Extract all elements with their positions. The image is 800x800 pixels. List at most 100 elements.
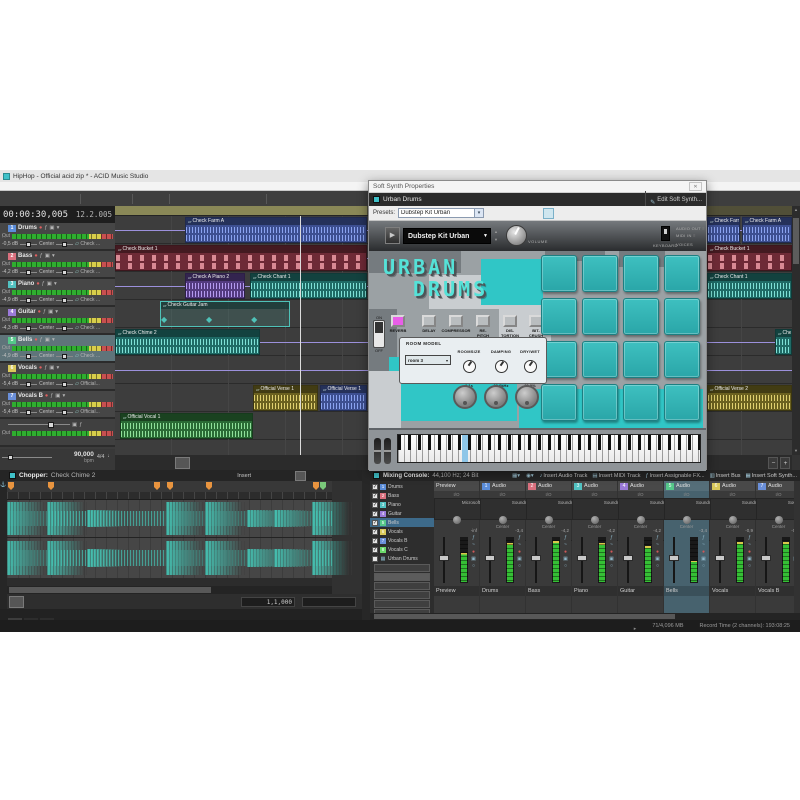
visibility-checkbox[interactable] [372,529,378,535]
volume-slider[interactable] [20,382,37,387]
track-name[interactable]: Drums [18,225,37,231]
volume-db-value[interactable]: -5,4 dB [2,381,18,387]
pan-knob[interactable] [499,516,507,524]
fader-thumb[interactable] [439,555,449,561]
chopper-go-to-end-button[interactable] [63,596,78,608]
track-fx-icon[interactable] [50,392,53,400]
io-section-label[interactable]: I/O [664,491,709,498]
fx-button-led[interactable] [476,315,490,327]
drag-handle-icon[interactable] [2,281,6,288]
undo-icon[interactable] [137,193,150,205]
volume-fader[interactable] [715,537,725,583]
clip-name-label[interactable]: Check ... [75,353,100,359]
channel-fx-icon[interactable] [610,536,613,541]
track-fx-icon[interactable] [43,308,46,316]
mixer-channel-strip[interactable]: 4 Audio I/O Soundmapper Master Center -4… [618,481,663,613]
redo-icon[interactable] [152,193,165,205]
volume-db-value[interactable]: -4,3 dB [2,325,18,331]
channel-envelope-icon[interactable] [656,543,659,548]
track-name[interactable]: Bells [18,337,32,343]
copy-icon[interactable] [100,193,113,205]
double-selection-icon[interactable] [334,471,345,481]
track-more-icon[interactable] [52,336,55,344]
audio-clip[interactable]: Check Farm A [707,217,740,243]
track-header[interactable]: 7 Vocals B Out -5,4 dB [0,391,115,419]
visibility-checkbox[interactable] [372,502,378,508]
filter-button[interactable] [374,591,430,599]
channel-solo-icon[interactable] [472,564,475,569]
loop-playback-button[interactable] [139,457,154,469]
mixer-track-row[interactable]: 5 Bells [370,518,434,527]
slider-thumb[interactable] [26,354,31,359]
track-name[interactable]: Bass [18,253,32,259]
audio-clip[interactable]: Check Chant 1 [250,273,367,299]
channel-header[interactable]: 4 Audio [618,481,663,491]
chopper-scrollbar[interactable] [7,586,332,594]
visibility-checkbox[interactable] [372,538,378,544]
master-fx-knob[interactable] [515,385,539,409]
drum-pad[interactable] [623,255,659,292]
volume-db-value[interactable]: -4,9 dB [2,353,18,359]
paint-tool-icon[interactable] [204,193,217,205]
channel-solo-icon[interactable] [656,564,659,569]
scrollbar-thumb[interactable] [793,218,799,264]
fader-thumb[interactable] [761,555,771,561]
visibility-checkbox[interactable] [372,556,378,562]
reverb-button[interactable]: REVERB [391,315,406,327]
audio-clip[interactable]: Check Farm A [742,217,792,243]
pause-button[interactable] [193,457,208,469]
distortion-button[interactable]: DIS- TORTION [503,315,518,327]
keyboard-toggle[interactable] [661,226,670,241]
drum-pad[interactable] [582,384,618,421]
channel-name-label[interactable]: Preview [434,586,479,596]
pan-knob[interactable] [729,516,737,524]
track-name[interactable]: Vocals [18,365,37,371]
open-preset-icon[interactable] [487,208,498,219]
pan-slider[interactable] [56,354,73,359]
track-more-icon[interactable] [63,392,66,400]
clip-name-label[interactable]: Check ... [75,241,100,247]
channel-record-arm-icon[interactable] [656,550,659,555]
mixer-track-row[interactable]: 3 Piano [370,500,434,509]
render-preset-icon[interactable] [529,208,540,219]
slider-thumb[interactable] [62,270,67,275]
volume-fader[interactable] [531,537,541,583]
channel-name-label[interactable]: Bass [526,586,571,596]
drum-pad[interactable] [664,298,700,335]
record-arm-icon[interactable] [34,252,37,260]
delete-preset-icon[interactable] [515,208,526,219]
track-fx-icon[interactable] [40,252,43,260]
pan-slider[interactable] [56,410,73,415]
channel-solo-icon[interactable] [702,564,705,569]
channel-mute-icon[interactable] [471,557,476,562]
stop-button[interactable] [211,457,226,469]
fx-button-led[interactable] [391,315,405,327]
save-project-icon[interactable] [33,193,46,205]
step-up-icon[interactable]: ▲ [493,230,499,234]
mixer-track-row[interactable]: 4 Guitar [370,509,434,518]
mixer-track-row[interactable]: Urban Drums [370,554,434,563]
channel-envelope-icon[interactable] [610,543,613,548]
audio-clip[interactable]: Check Chime 2 [115,329,260,355]
go-to-end-button[interactable] [247,457,262,469]
slider-thumb[interactable] [62,410,67,415]
slider-thumb[interactable] [26,298,31,303]
filter-button[interactable] [374,600,430,608]
clip-name-label[interactable]: Check ... [75,269,100,275]
event-tool-button[interactable] [283,457,298,469]
open-project-icon[interactable] [18,193,31,205]
channel-mute-icon[interactable] [517,557,522,562]
record-button[interactable] [121,457,136,469]
channel-header[interactable]: 6 Audio [710,481,755,491]
mute-icon[interactable] [49,224,54,232]
track-header[interactable]: 5 Bells Out -4,9 dB [0,335,115,363]
chopper-waveform[interactable] [7,500,332,578]
master-mute-icon[interactable] [72,421,77,429]
channel-header[interactable]: 2 Audio [526,481,571,491]
power-switch[interactable]: ON OFF [372,315,386,353]
mixer-track-row[interactable]: 6 Vocals [370,527,434,536]
fx-button-led[interactable] [449,315,463,327]
mod-wheel[interactable] [384,438,391,464]
kit-stepper[interactable]: ▲▼ [493,228,499,244]
playhead[interactable] [300,216,301,455]
